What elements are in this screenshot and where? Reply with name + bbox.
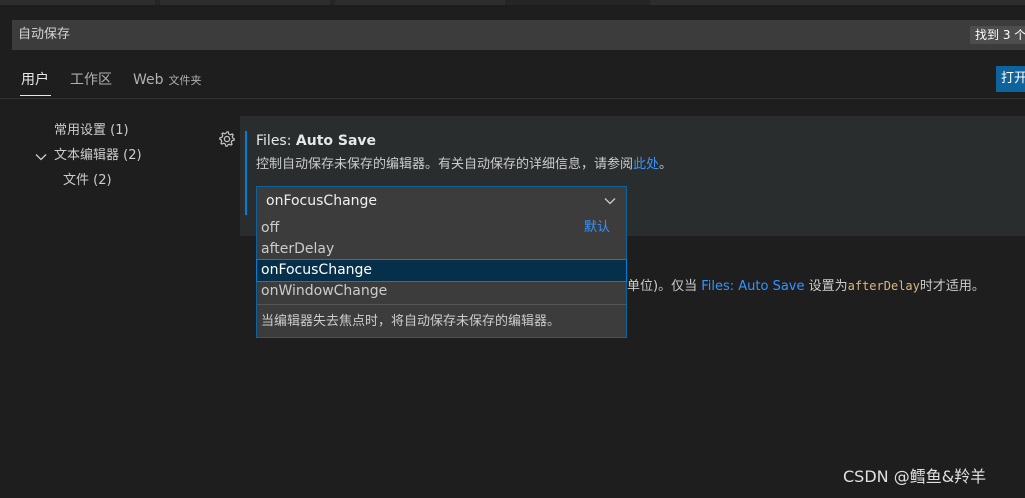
tab-user[interactable]: 用户 (21, 71, 49, 89)
dropdown-option-off[interactable]: off (257, 218, 626, 239)
open-settings-json-button[interactable]: 打开 (996, 66, 1025, 92)
dropdown-option-onwindowchange[interactable]: onWindowChange (257, 281, 626, 302)
dropdown-divider (257, 304, 626, 305)
dropdown-option-description: 当编辑器失去焦点时，将自动保存未保存的编辑器。 (261, 314, 561, 329)
delay-description-text: 单位)。仅当 (627, 279, 702, 294)
tree-item-text-editor[interactable]: 文本编辑器 (2) (54, 147, 142, 165)
active-tab-underline (20, 95, 51, 96)
watermark: CSDN @鳕鱼&羚羊 (843, 467, 987, 486)
setting-description-text: 控制自动保存未保存的编辑器。有关自动保存的详细信息，请参阅 (256, 157, 634, 172)
delay-description-mid: 设置为 (804, 279, 848, 294)
gear-icon[interactable] (218, 130, 236, 148)
setting-name: Auto Save (295, 133, 377, 149)
tree-item-files[interactable]: 文件 (2) (63, 172, 112, 190)
setting-description: 控制自动保存未保存的编辑器。有关自动保存的详细信息，请参阅此处。 (256, 156, 672, 174)
delay-description-code: afterDelay (847, 279, 920, 293)
auto-save-delay-description: 单位)。仅当 Files: Auto Save 设置为afterDelay时才适… (627, 277, 985, 296)
tab-folder-sublabel: 文件夹 (168, 74, 202, 87)
focus-indicator-bar (245, 131, 247, 215)
default-badge: 默认 (584, 220, 611, 235)
chevron-down-icon[interactable] (603, 194, 617, 208)
setting-description-link[interactable]: 此处 (633, 157, 659, 172)
chevron-down-icon[interactable] (34, 150, 48, 164)
delay-description-suffix: 时才适用。 (919, 279, 985, 294)
delay-description-link[interactable]: Files: Auto Save (701, 279, 804, 294)
setting-description-suffix: 。 (659, 157, 673, 172)
tab-workspace[interactable]: 工作区 (70, 71, 112, 89)
select-current-value: onFocusChange (266, 193, 378, 209)
tab-folder-label: Web (133, 72, 164, 88)
tree-item-common-settings[interactable]: 常用设置 (1) (54, 122, 129, 140)
setting-title: Files: Auto Save (256, 132, 376, 150)
tab-folder[interactable]: Web 文件夹 (133, 71, 202, 90)
header-divider (0, 98, 1025, 99)
dropdown-option-afterdelay[interactable]: afterDelay (257, 239, 626, 260)
setting-category: Files: (256, 133, 296, 149)
editor-tab-strip (0, 0, 1025, 5)
dropdown-option-onfocuschange[interactable]: onFocusChange (256, 259, 627, 282)
settings-search-input[interactable] (12, 20, 1025, 50)
search-query-text: 自动保存 (18, 27, 71, 42)
search-result-count-badge: 找到 3 个 (970, 26, 1025, 44)
